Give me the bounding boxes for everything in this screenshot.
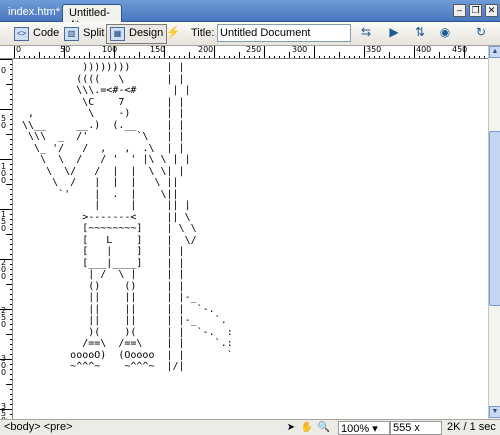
ruler-mark: 350 [366, 46, 382, 54]
code-view-icon: <> [14, 27, 29, 41]
ruler-mark: 300 [292, 46, 308, 54]
ascii-art-preformatted-text[interactable]: )))))))) | | (((( \ | | \\\.=<#-<# | | \… [16, 62, 233, 373]
close-icon[interactable]: ✕ [485, 4, 498, 17]
ruler-mark: 150 [150, 46, 166, 54]
window-size-value: 555 x 410 [393, 422, 420, 434]
code-view-button[interactable]: <> Code [10, 24, 63, 44]
horizontal-ruler: 0 50 100 150 200 250 300 350 400 450 [0, 46, 488, 59]
hand-tool-icon[interactable]: ✋ [300, 421, 314, 435]
tab-untitled-4[interactable]: Untitled-4* [62, 4, 122, 31]
restore-icon[interactable]: ❐ [469, 4, 482, 17]
scroll-down-icon[interactable]: ▼ [489, 406, 500, 418]
ruler-mark: 50 [1, 114, 7, 130]
ruler-mark: 50 [60, 46, 71, 54]
split-view-button[interactable]: ▥ Split [60, 24, 108, 44]
ruler-mark: 200 [1, 258, 7, 281]
debug-icon[interactable]: ⇅ [409, 25, 431, 43]
code-view-label: Code [33, 27, 60, 39]
horizontal-ruler-ticks [14, 46, 485, 58]
live-view-icon[interactable]: ⚡ [162, 25, 184, 43]
ruler-mark: 350 [1, 402, 7, 420]
refresh-icon[interactable]: ↻ [470, 25, 492, 43]
vertical-ruler: 0 50 100 150 200 250 300 350 [0, 59, 13, 419]
zoom-value: 100% [341, 423, 370, 435]
vertical-scrollbar[interactable]: ▲ ▼ [488, 46, 500, 419]
split-view-icon: ▥ [64, 27, 79, 41]
ruler-mark: 0 [16, 46, 22, 54]
ruler-mark: 0 [1, 66, 7, 75]
zoom-select[interactable]: 100% ▾ [338, 421, 390, 435]
ruler-mark: 300 [1, 354, 7, 377]
ruler-mark: 250 [1, 306, 7, 329]
document-tab-bar: index.htm* Untitled-4* – ❐ ✕ [0, 0, 500, 31]
tab-index-htm[interactable]: index.htm* [2, 4, 60, 22]
minimize-icon[interactable]: – [453, 4, 466, 17]
document-toolbar: <> Code ▥ Split ▦ Design ⚡ Title: ⇆ ▶ ⇅ … [0, 22, 500, 46]
preview-browser-icon[interactable]: ▶ [383, 25, 405, 43]
window-size-select[interactable]: 555 x 410 ▾ [390, 421, 442, 435]
ruler-mark: 400 [416, 46, 432, 54]
ruler-mark: 250 [246, 46, 262, 54]
download-size-info: 2K / 1 sec [447, 421, 496, 433]
ruler-mark: 200 [198, 46, 214, 54]
tag-selector[interactable]: <body> <pre> [4, 421, 73, 435]
file-management-icon[interactable]: ⇆ [355, 25, 377, 43]
design-view-label: Design [129, 27, 164, 39]
ruler-mark: 450 [452, 46, 468, 54]
ruler-mark: 100 [102, 46, 118, 54]
design-view-canvas[interactable]: )))))))) | | (((( \ | | \\\.=<#-<# | | \… [14, 60, 488, 419]
globe-icon[interactable]: ◉ [434, 25, 456, 43]
document-title-input[interactable] [217, 24, 351, 42]
zoom-tool-icon[interactable]: 🔍 [317, 421, 331, 435]
status-bar: <body> <pre> ➤ ✋ 🔍 100% ▾ 555 x 410 ▾ 2K… [0, 419, 500, 435]
scrollbar-thumb[interactable] [489, 131, 500, 306]
design-view-icon: ▦ [110, 27, 125, 41]
ruler-mark: 100 [1, 162, 7, 185]
title-label: Title: [191, 27, 215, 39]
design-view-button[interactable]: ▦ Design [106, 24, 168, 44]
scroll-up-icon[interactable]: ▲ [489, 46, 500, 58]
ruler-mark: 150 [1, 210, 7, 233]
split-view-label: Split [83, 27, 105, 39]
select-tool-icon[interactable]: ➤ [284, 421, 298, 435]
